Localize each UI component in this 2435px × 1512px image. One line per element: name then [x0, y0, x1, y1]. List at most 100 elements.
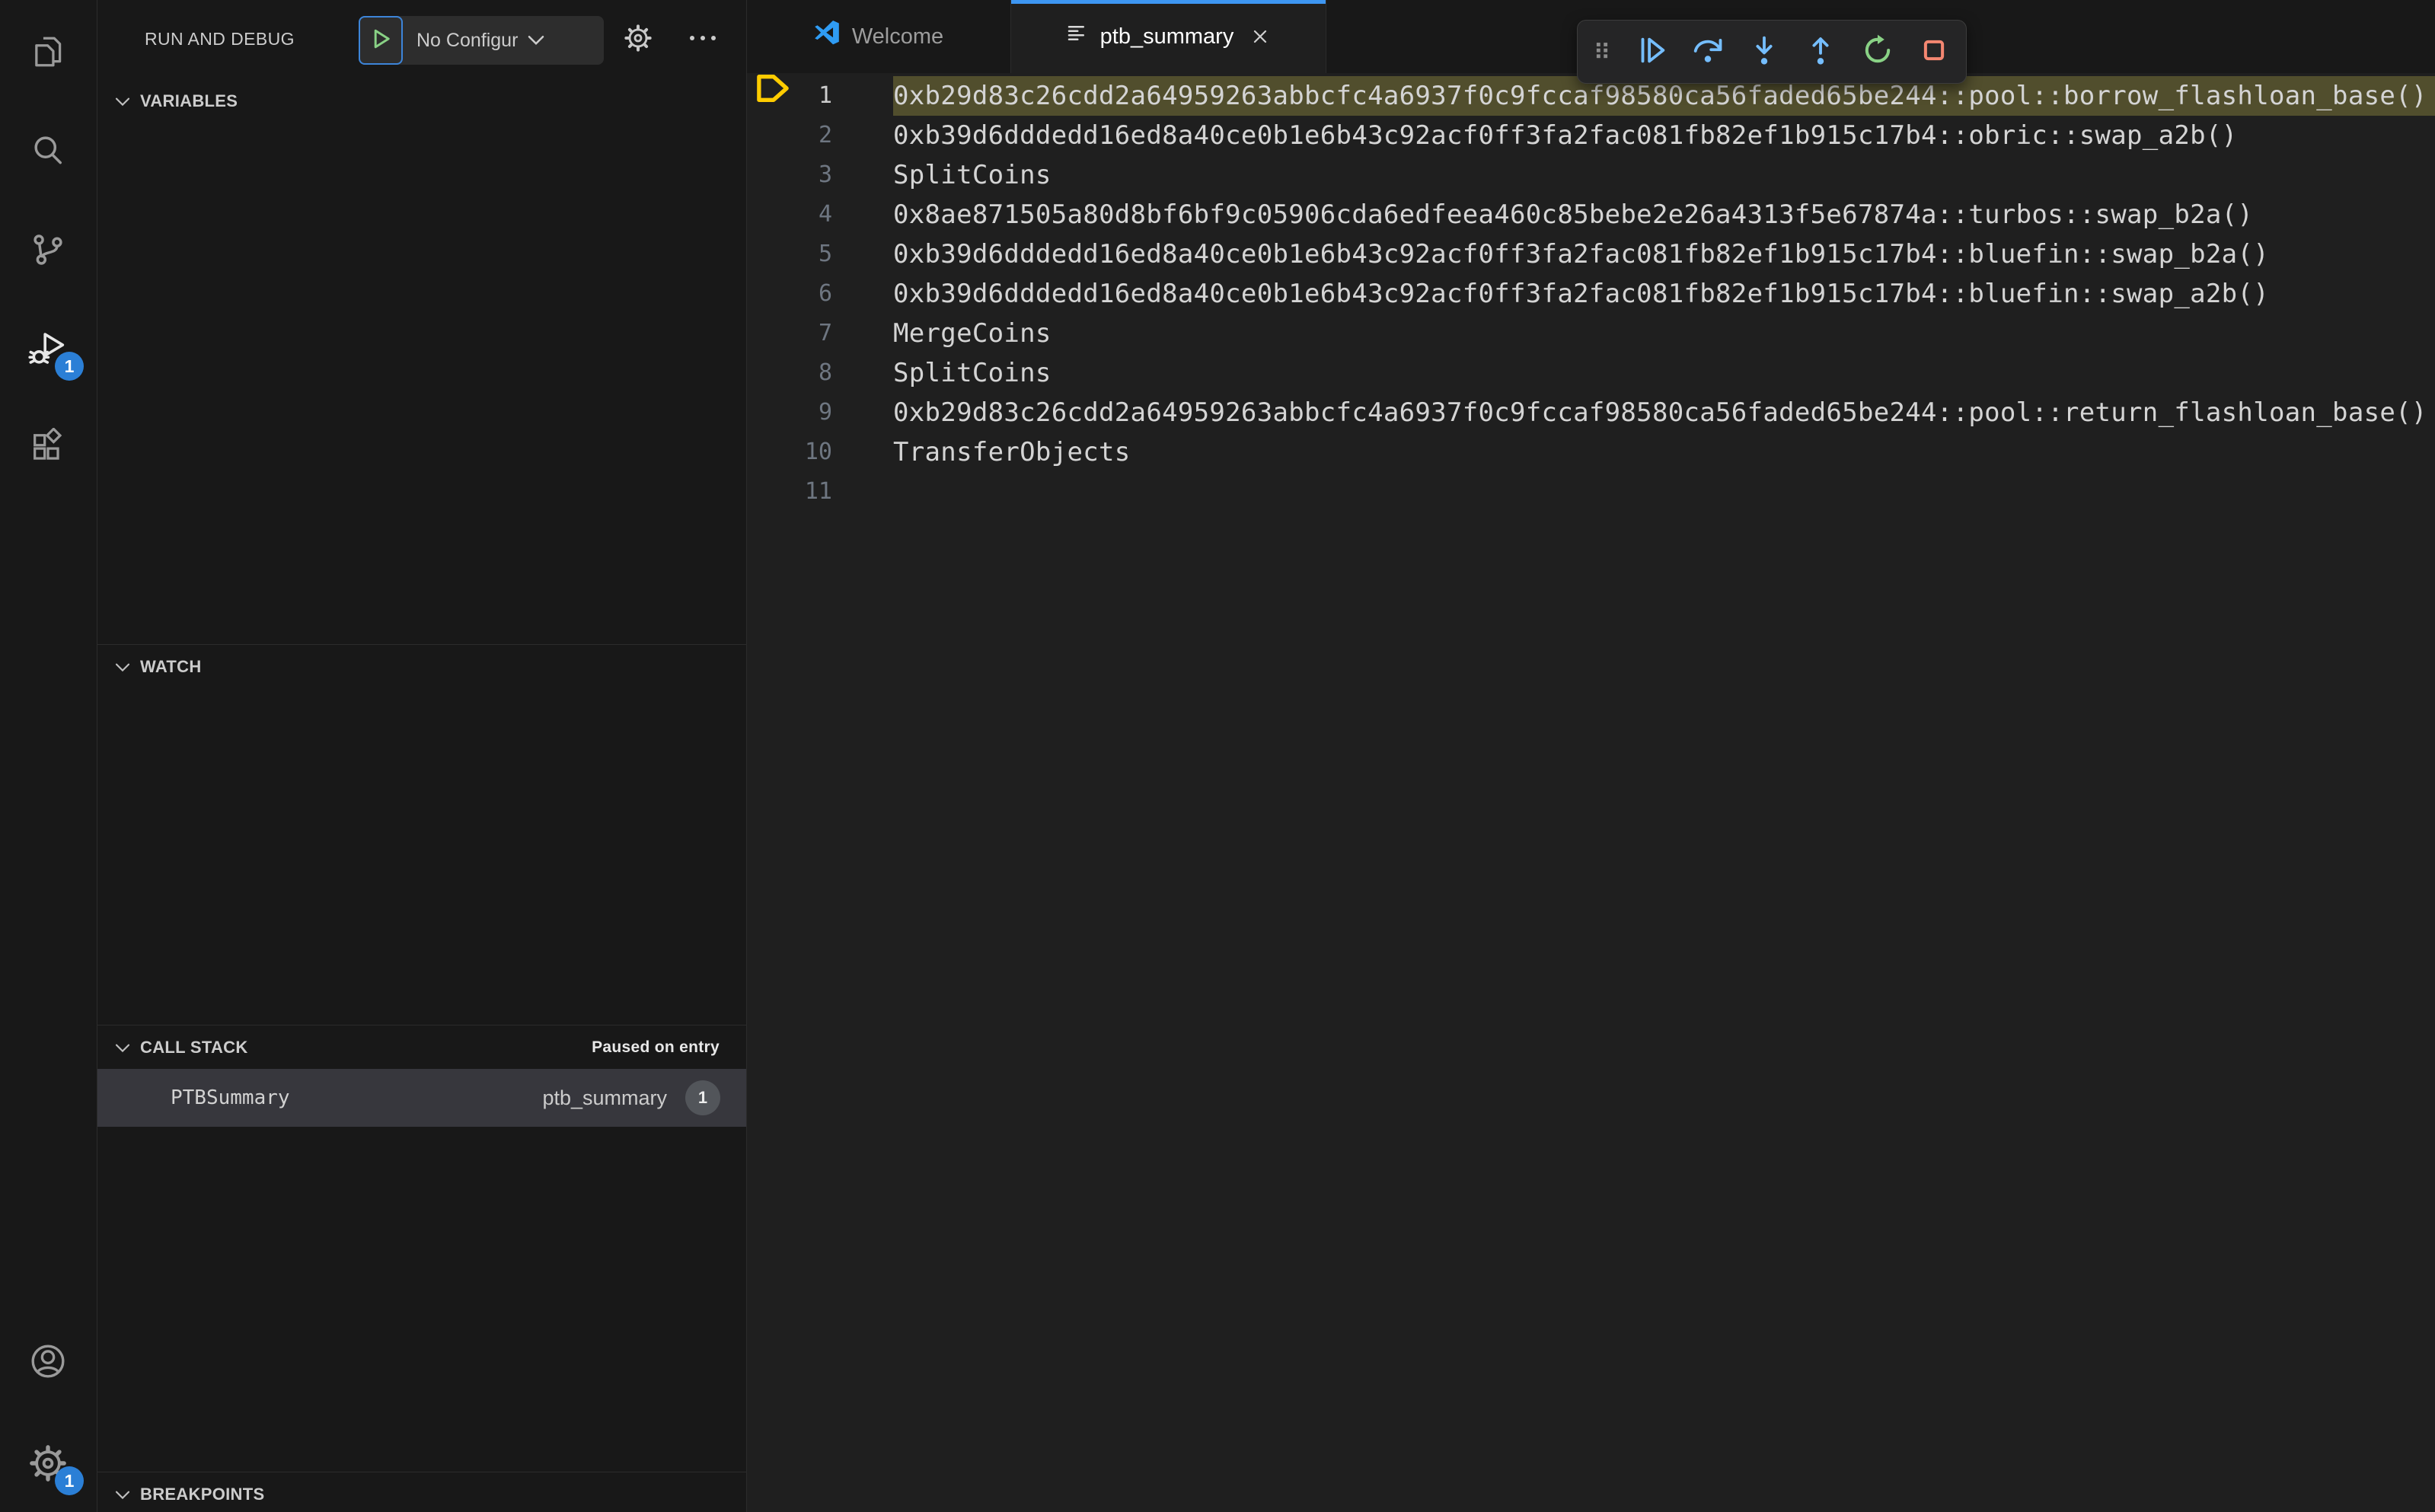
line-number: 7: [818, 320, 832, 346]
breakpoint-gutter[interactable]: [747, 195, 799, 234]
breakpoint-gutter[interactable]: [747, 155, 799, 195]
code-line[interactable]: 3 SplitCoins: [747, 155, 2435, 195]
debug-settings-button[interactable]: [620, 21, 656, 58]
debug-restart-button[interactable]: [1853, 27, 1902, 76]
line-number: 2: [818, 122, 832, 148]
code-line[interactable]: 6 0xb39d6dddedd16ed8a40ce0b1e6b43c92acf0…: [747, 274, 2435, 314]
breakpoint-gutter[interactable]: [747, 432, 799, 472]
line-text: MergeCoins: [893, 318, 1052, 349]
manage-badge: 1: [55, 1466, 84, 1495]
tab-label: ptb_summary: [1099, 24, 1234, 49]
section-header-variables[interactable]: VARIABLES: [97, 79, 746, 123]
play-icon: [368, 26, 394, 56]
views-more-actions-button[interactable]: [685, 21, 721, 58]
vscode-logo-icon: [814, 21, 840, 53]
step-out-icon: [1803, 33, 1838, 72]
breakpoint-gutter[interactable]: [747, 393, 799, 432]
chevron-down-icon: [114, 1488, 131, 1501]
tab-ptb-summary[interactable]: ptb_summary: [1011, 0, 1326, 73]
ellipsis-icon: [688, 33, 718, 46]
breakpoint-gutter[interactable]: [747, 353, 799, 393]
code-line[interactable]: 4 0x8ae871505a80d8bf6bf9c05906cda6edfeea…: [747, 195, 2435, 234]
continue-icon: [1634, 33, 1669, 72]
line-number: 11: [804, 478, 832, 505]
section-label: CALL STACK: [140, 1037, 248, 1057]
line-text: SplitCoins: [893, 358, 1052, 388]
start-debugging-button[interactable]: [359, 16, 403, 65]
debug-current-line-icon: [753, 72, 793, 120]
step-into-icon: [1747, 33, 1782, 72]
debug-launch-control: No Configur: [359, 16, 604, 65]
code-line[interactable]: 11: [747, 472, 2435, 512]
chevron-down-icon: [527, 30, 545, 52]
sidebar-item-extensions[interactable]: [0, 410, 96, 486]
toolbar-drag-handle[interactable]: [1585, 27, 1619, 76]
section-label: WATCH: [140, 656, 202, 676]
stop-icon: [1916, 33, 1952, 72]
code-line[interactable]: 2 0xb39d6dddedd16ed8a40ce0b1e6b43c92acf0…: [747, 116, 2435, 155]
debug-badge: 1: [55, 352, 84, 381]
stack-frame-source: ptb_summary: [542, 1086, 667, 1109]
breakpoint-gutter[interactable]: [747, 74, 799, 116]
code-line[interactable]: 9 0xb29d83c26cdd2a64959263abbcfc4a6937f0…: [747, 393, 2435, 432]
debug-step-into-button[interactable]: [1740, 27, 1789, 76]
tab-label: Welcome: [851, 24, 944, 49]
chevron-down-icon: [114, 95, 131, 107]
breakpoint-gutter[interactable]: [747, 314, 799, 353]
line-text: 0x8ae871505a80d8bf6bf9c05906cda6edfeea46…: [893, 199, 2254, 230]
call-stack-status: Paused on entry: [592, 1038, 720, 1056]
sidebar-item-source-control[interactable]: [0, 212, 96, 288]
activity-bar: 1 1: [0, 0, 97, 1512]
code-line[interactable]: 10 TransferObjects: [747, 432, 2435, 472]
line-number: 9: [818, 399, 832, 426]
line-text: 0xb39d6dddedd16ed8a40ce0b1e6b43c92acf0ff…: [893, 120, 2238, 151]
manage-button[interactable]: 1: [0, 1425, 96, 1501]
sidebar-item-run-and-debug[interactable]: 1: [0, 311, 96, 387]
debug-configuration-dropdown[interactable]: No Configur: [403, 16, 604, 65]
close-icon[interactable]: [1249, 25, 1272, 48]
chevron-down-icon: [114, 661, 131, 673]
editor-group: Welcome ptb_summary 1 0xb29d83c26cdd2a64…: [747, 0, 2435, 1512]
vscode-window: 1 1 RUN AND DEBUG No Configur VARIABLES …: [0, 0, 2435, 1512]
extensions-icon: [28, 428, 68, 467]
section-header-call-stack[interactable]: CALL STACK Paused on entry: [97, 1025, 746, 1069]
gripper-icon: [1589, 35, 1615, 69]
debug-stop-button[interactable]: [1910, 27, 1958, 76]
breakpoint-gutter[interactable]: [747, 234, 799, 274]
sidebar-item-explorer[interactable]: [0, 14, 96, 90]
chevron-down-icon: [114, 1041, 131, 1054]
code-editor[interactable]: 1 0xb29d83c26cdd2a64959263abbcfc4a6937f0…: [747, 73, 2435, 512]
line-number: 8: [818, 359, 832, 386]
section-label: BREAKPOINTS: [140, 1484, 265, 1504]
line-text: TransferObjects: [893, 437, 1131, 467]
call-stack-frame-row[interactable]: PTBSummary ptb_summary 1: [97, 1069, 746, 1127]
run-and-debug-sidebar: RUN AND DEBUG No Configur VARIABLES WATC…: [97, 0, 747, 1512]
debug-toolbar: [1577, 20, 1967, 84]
tab-welcome[interactable]: Welcome: [747, 0, 1011, 73]
debug-step-over-button[interactable]: [1683, 27, 1732, 76]
code-line[interactable]: 8 SplitCoins: [747, 353, 2435, 393]
debug-continue-button[interactable]: [1627, 27, 1676, 76]
stack-frame-name: PTBSummary: [171, 1086, 290, 1109]
section-header-breakpoints[interactable]: BREAKPOINTS: [97, 1472, 746, 1512]
debug-step-out-button[interactable]: [1796, 27, 1845, 76]
section-header-watch[interactable]: WATCH: [97, 644, 746, 688]
line-number: 4: [818, 201, 832, 228]
stack-frame-badge: 1: [685, 1080, 720, 1115]
breakpoint-gutter[interactable]: [747, 472, 799, 512]
debug-configuration-value: No Configur: [416, 29, 519, 51]
restart-icon: [1860, 33, 1895, 72]
breakpoint-gutter[interactable]: [747, 116, 799, 155]
code-line[interactable]: 7 MergeCoins: [747, 314, 2435, 353]
account-icon: [27, 1341, 69, 1382]
line-number: 1: [818, 82, 832, 109]
breakpoint-gutter[interactable]: [747, 274, 799, 314]
code-line[interactable]: 5 0xb39d6dddedd16ed8a40ce0b1e6b43c92acf0…: [747, 234, 2435, 274]
accounts-button[interactable]: [0, 1323, 96, 1399]
sidebar-item-search[interactable]: [0, 113, 96, 189]
source-control-icon: [28, 230, 68, 270]
list-file-icon: [1065, 22, 1088, 51]
line-number: 10: [804, 439, 832, 465]
line-text: SplitCoins: [893, 160, 1052, 190]
search-icon: [28, 131, 68, 171]
